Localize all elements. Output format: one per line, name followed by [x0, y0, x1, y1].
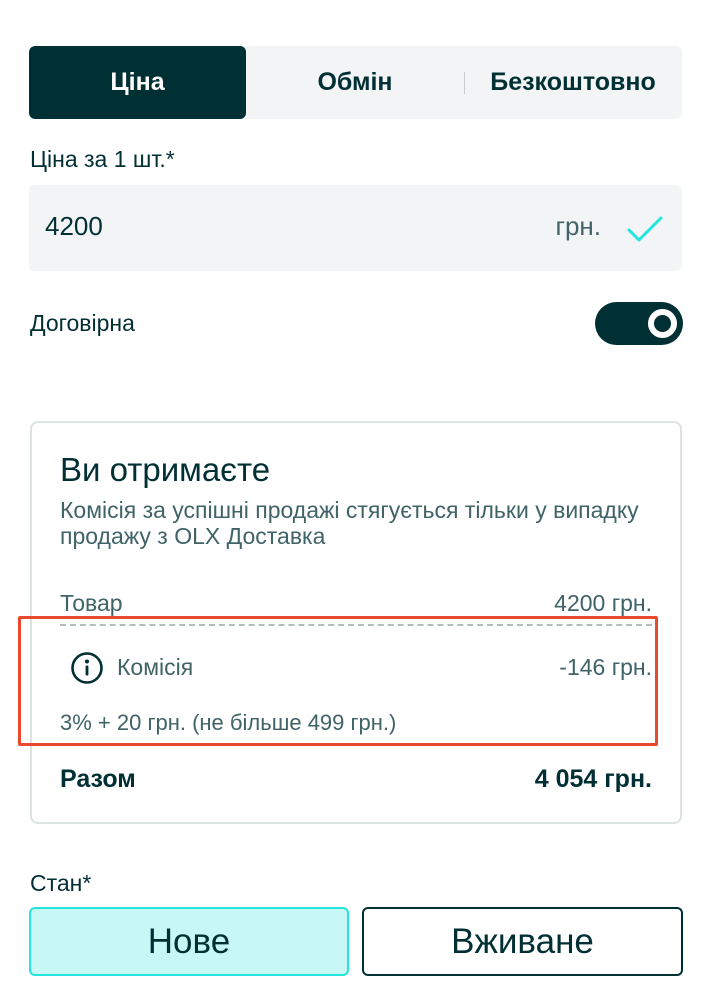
price-input-value[interactable]: 4200 — [45, 211, 103, 242]
toggle-knob — [648, 309, 677, 338]
tab-free[interactable]: Безкоштовно — [464, 46, 682, 119]
condition-new-button[interactable]: Нове — [29, 907, 349, 976]
product-label: Товар — [60, 590, 123, 616]
price-field[interactable]: 4200 грн. — [29, 185, 682, 271]
condition-label: Стан* — [30, 870, 92, 896]
price-label: Ціна за 1 шт.* — [30, 146, 175, 172]
price-currency: грн. — [555, 211, 601, 241]
total-value: 4 054 грн. — [534, 765, 652, 793]
tab-price[interactable]: Ціна — [29, 46, 246, 119]
product-row: Товар 4200 грн. — [60, 590, 652, 617]
condition-used-button[interactable]: Вживане — [362, 907, 683, 976]
check-icon — [627, 216, 663, 242]
total-label: Разом — [60, 765, 136, 793]
negotiable-toggle[interactable] — [595, 302, 683, 345]
product-value: 4200 грн. — [554, 590, 652, 616]
tab-exchange[interactable]: Обмін — [246, 46, 464, 119]
total-row: Разом 4 054 грн. — [60, 765, 652, 794]
commission-highlight-box — [18, 616, 658, 746]
earnings-title: Ви отримаєте — [60, 451, 271, 488]
earnings-description: Комісія за успішні продажі стягується ті… — [60, 497, 639, 549]
negotiable-label: Договірна — [30, 310, 135, 336]
price-type-tabs: Ціна Обмін Безкоштовно — [29, 46, 682, 119]
